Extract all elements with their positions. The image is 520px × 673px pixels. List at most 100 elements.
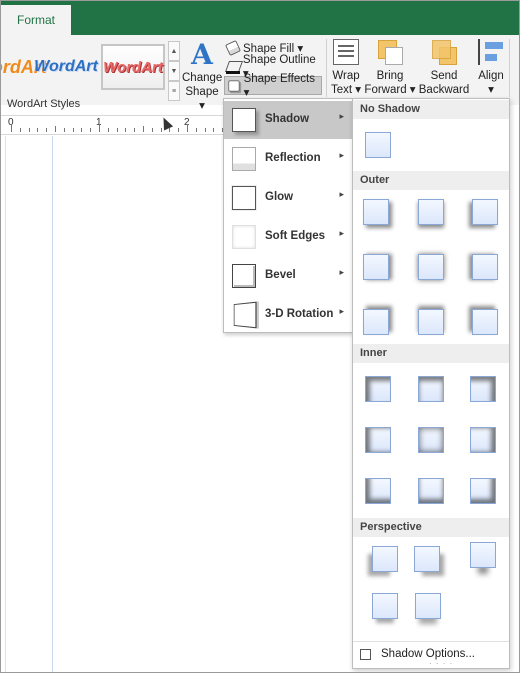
ruler-tick xyxy=(99,124,100,132)
shadow-preset-inner-8[interactable] xyxy=(418,478,444,504)
shadow-options-item[interactable]: Shadow Options... · · · · xyxy=(353,641,509,668)
shadow-preset-inner-6[interactable] xyxy=(470,427,496,453)
send-backward-label-1: Send xyxy=(430,70,458,82)
effects-menu-label-reflection: Reflection xyxy=(265,152,321,164)
effects-menu-item-bevel[interactable]: Bevel ▸ xyxy=(224,257,352,295)
shadow-preset-inner-7[interactable] xyxy=(365,478,391,504)
shadow-preset-perspective-5[interactable] xyxy=(415,593,441,619)
shadow-preset-inner-9[interactable] xyxy=(470,478,496,504)
wordart-style-3-selected[interactable]: WordArt xyxy=(101,44,165,90)
shadow-preset-outer-9[interactable] xyxy=(472,309,498,335)
gallery-scroll-up-icon[interactable]: ▲ xyxy=(168,41,180,61)
shape-effects-icon xyxy=(228,79,240,92)
wrap-text-button[interactable]: Wrap Text ▾ xyxy=(330,39,362,101)
shape-format-group: Shape Fill ▾ Shape Outline ▾ Shape Effec… xyxy=(224,37,324,99)
shape-fill-label: Shape Fill ▾ xyxy=(243,42,304,55)
shadow-preset-outer-6[interactable] xyxy=(472,254,498,280)
bring-forward-icon xyxy=(377,39,403,65)
effects-menu-label-bevel: Bevel xyxy=(265,269,296,281)
effects-menu-label-glow: Glow xyxy=(265,191,294,203)
change-shape-label-2: Shape ▾ xyxy=(185,86,219,112)
change-shape-label-1: Change xyxy=(182,72,223,84)
shadow-preset-perspective-3[interactable] xyxy=(470,542,496,568)
ruler-tick xyxy=(143,126,144,132)
change-shape-button[interactable]: A Change Shape ▾ xyxy=(182,39,223,113)
resize-grip-icon[interactable]: · · · · xyxy=(429,660,453,668)
wordart-styles-group-label: WordArt Styles xyxy=(7,98,81,110)
wrap-text-label-2: Text ▾ xyxy=(330,84,362,96)
shadow-preset-inner-3[interactable] xyxy=(470,376,496,402)
effects-menu-label-3d-rotation: 3-D Rotation xyxy=(265,308,334,320)
shadow-gallery: No Shadow Outer Inner Perspective Shadow… xyxy=(352,98,510,669)
bring-forward-label-2: Forward ▾ xyxy=(364,84,416,96)
effects-menu-item-shadow[interactable]: Shadow ▸ xyxy=(224,101,352,139)
ruler-tick xyxy=(90,128,92,132)
ruler-tick xyxy=(187,124,188,132)
shadow-preset-inner-1[interactable] xyxy=(365,376,391,402)
shadow-preset-inner-4[interactable] xyxy=(365,427,391,453)
ruler-tick xyxy=(195,128,197,132)
gallery-more-icon[interactable]: ≡ xyxy=(168,81,180,101)
shadow-preset-perspective-4[interactable] xyxy=(372,593,398,619)
app-window: Format WordArt WordArt WordArt ▲ ▼ ≡ A C… xyxy=(0,0,520,673)
shadow-preset-perspective-2[interactable] xyxy=(414,546,440,572)
ruler-tick xyxy=(46,128,48,132)
shadow-options-label: Shadow Options... xyxy=(381,648,475,660)
reflection-icon xyxy=(232,147,256,171)
ruler-tick xyxy=(72,128,74,132)
effects-menu-item-soft-edges[interactable]: Soft Edges ▸ xyxy=(224,218,352,256)
shadow-icon xyxy=(232,108,256,132)
shape-effects-label: Shape Effects ▾ xyxy=(243,72,315,99)
shadow-preset-inner-2[interactable] xyxy=(418,376,444,402)
shadow-preset-outer-2[interactable] xyxy=(418,199,444,225)
send-backward-button[interactable]: Send Backward ▾ xyxy=(415,39,473,110)
align-button[interactable]: Align ▾ xyxy=(475,39,507,101)
wordart-style-2[interactable]: WordArt xyxy=(34,47,98,87)
shadow-options-icon xyxy=(360,649,371,660)
shadow-preset-outer-8[interactable] xyxy=(418,309,444,335)
shadow-preset-none[interactable] xyxy=(365,132,391,158)
effects-menu-item-reflection[interactable]: Reflection ▸ xyxy=(224,140,352,178)
send-backward-icon xyxy=(431,39,457,65)
align-label-2: ▾ xyxy=(488,84,494,96)
shadow-preset-outer-1[interactable] xyxy=(363,199,389,225)
ruler-tick xyxy=(19,128,21,132)
ruler-tick xyxy=(125,128,127,132)
bring-forward-button[interactable]: Bring Forward ▾ xyxy=(364,39,416,101)
shadow-preset-outer-5[interactable] xyxy=(418,254,444,280)
bring-forward-label-1: Bring xyxy=(376,70,404,82)
effects-menu-item-glow[interactable]: Glow ▸ xyxy=(224,179,352,217)
title-bar: Format xyxy=(1,1,519,35)
ruler-tick xyxy=(160,128,162,132)
ruler-tick xyxy=(213,128,215,132)
horizontal-ruler[interactable]: 0 1 2 xyxy=(1,115,241,135)
glow-icon xyxy=(232,186,256,210)
shadow-preset-outer-7[interactable] xyxy=(363,309,389,335)
wordart-style-1[interactable]: WordArt xyxy=(1,47,47,87)
effects-menu-label-soft-edges: Soft Edges xyxy=(265,230,326,242)
ruler-tick xyxy=(11,124,12,132)
3d-rotation-icon xyxy=(233,301,257,329)
submenu-arrow-icon: ▸ xyxy=(339,306,344,316)
shadow-preset-outer-4[interactable] xyxy=(363,254,389,280)
ruler-tick xyxy=(107,128,109,132)
ribbon-separator xyxy=(326,39,327,97)
gallery-scroll-down-icon[interactable]: ▼ xyxy=(168,61,180,81)
tab-format[interactable]: Format xyxy=(1,5,71,35)
shape-effects-button[interactable]: Shape Effects ▾ xyxy=(224,73,322,99)
shadow-preset-perspective-1[interactable] xyxy=(372,546,398,572)
wrap-text-label-1: Wrap xyxy=(332,70,360,82)
effects-menu-item-3d-rotation[interactable]: 3-D Rotation ▸ xyxy=(224,296,352,334)
section-header-outer: Outer xyxy=(353,171,509,190)
wordart-style-3-label: WordArt xyxy=(103,46,163,88)
wordart-styles-gallery: WordArt WordArt WordArt ▲ ▼ ≡ xyxy=(1,37,181,101)
page-edge xyxy=(5,136,6,672)
submenu-arrow-icon: ▸ xyxy=(339,150,344,160)
shadow-preset-outer-3[interactable] xyxy=(472,199,498,225)
shape-effects-menu: Shadow ▸ Reflection ▸ Glow ▸ Soft Edges … xyxy=(223,98,353,333)
align-label-1: Align xyxy=(478,70,504,82)
shadow-preset-inner-5[interactable] xyxy=(418,427,444,453)
section-header-perspective: Perspective xyxy=(353,518,509,537)
ribbon: WordArt WordArt WordArt ▲ ▼ ≡ A Change S… xyxy=(1,35,519,113)
ribbon-separator-right xyxy=(509,39,510,97)
